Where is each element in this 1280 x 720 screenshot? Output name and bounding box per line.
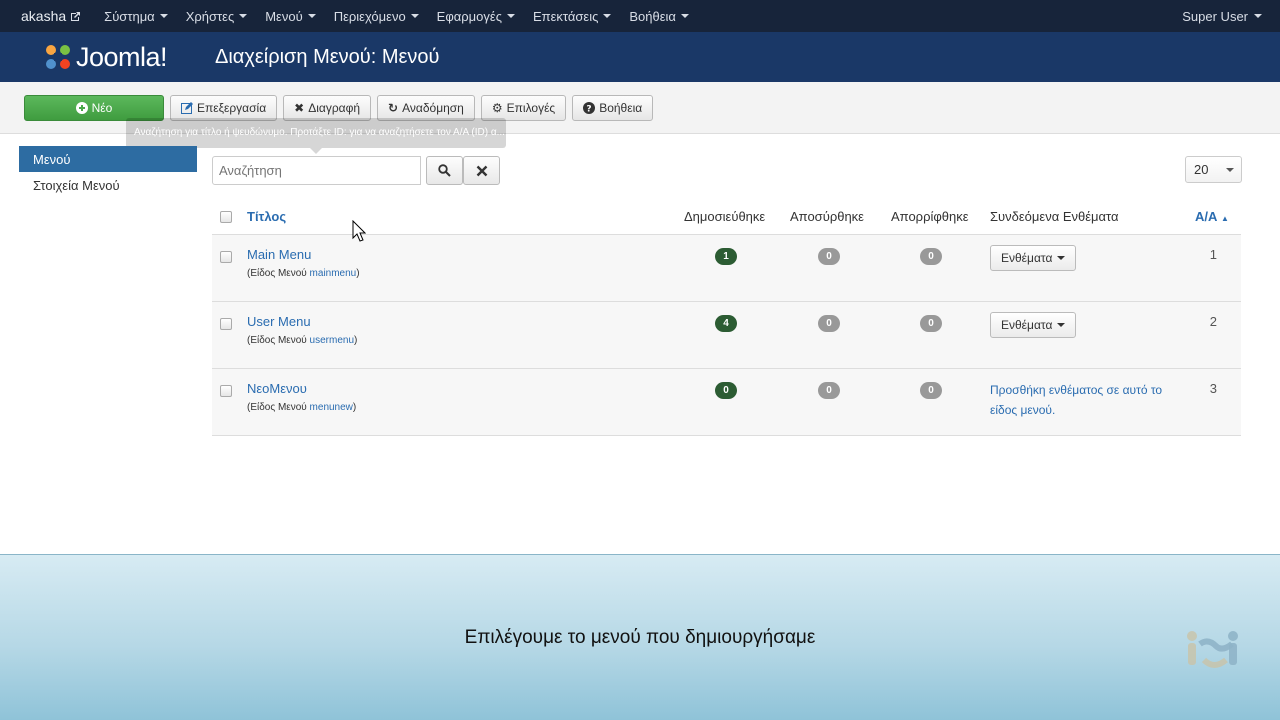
col-unpublished: Αποσύρθηκε	[790, 209, 864, 224]
sort-id[interactable]: Α/Α ▲	[1195, 209, 1229, 224]
menu-help[interactable]: Βοήθεια	[620, 9, 698, 24]
unpublished-count-badge[interactable]: 0	[818, 382, 840, 399]
menu-system[interactable]: Σύστημα	[95, 9, 177, 24]
menu-title-link[interactable]: Main Menu	[247, 247, 311, 262]
caret-down-icon	[410, 14, 419, 18]
user-menu[interactable]: Super User	[1182, 9, 1280, 24]
search-button[interactable]	[426, 156, 463, 185]
menu-type: (Είδος Μενού menunew)	[247, 402, 357, 413]
external-link-icon	[71, 11, 81, 21]
plus-circle-icon	[75, 101, 88, 114]
published-count-badge[interactable]: 1	[715, 248, 737, 265]
refresh-icon: ↻	[388, 100, 399, 115]
caret-down-icon	[1226, 168, 1234, 172]
question-circle-icon: ?	[583, 101, 596, 114]
col-published: Δημοσιεύθηκε	[684, 209, 766, 224]
top-navbar: akasha Σύστημα Χρήστες Μενού Περιεχόμενο…	[0, 0, 1280, 32]
menu-type: (Είδος Μενού usermenu)	[247, 335, 358, 346]
menu-type-link[interactable]: usermenu	[310, 335, 354, 346]
menu-users[interactable]: Χρήστες	[177, 9, 257, 24]
caret-down-icon	[506, 14, 515, 18]
row-checkbox[interactable]	[220, 385, 232, 397]
unpublished-count-badge[interactable]: 0	[818, 248, 840, 265]
add-module-link[interactable]: Προσθήκη ενθέματος σε αυτό το είδος μενο…	[990, 380, 1180, 420]
edit-icon	[181, 101, 193, 114]
close-icon	[476, 165, 487, 176]
menu-extensions[interactable]: Επεκτάσεις	[524, 9, 620, 24]
menu-type-link[interactable]: menunew	[310, 402, 353, 413]
col-linked-modules: Συνδεόμενα Ενθέματα	[990, 209, 1119, 224]
search-icon	[438, 164, 451, 177]
search-input[interactable]	[212, 156, 421, 185]
options-button[interactable]: ⚙ Επιλογές	[480, 94, 567, 121]
menu-title-link[interactable]: User Menu	[247, 314, 311, 329]
modules-dropdown-button[interactable]: Ενθέματα	[990, 245, 1077, 271]
clear-search-button[interactable]	[463, 156, 500, 185]
list-limit-select[interactable]: 20	[1185, 156, 1242, 183]
published-count-badge[interactable]: 4	[715, 315, 737, 332]
row-id: 2	[1209, 314, 1217, 329]
search-tooltip: Αναζήτηση για τίτλο ή ψευδώνυμο. Προτάξτ…	[126, 118, 506, 148]
video-caption-band: Επιλέγουμε το μενού που δημιουργήσαμε	[0, 554, 1280, 720]
published-count-badge[interactable]: 0	[715, 382, 737, 399]
logo-text: Joomla!	[76, 41, 168, 72]
svg-text:?: ?	[587, 104, 592, 114]
sort-title[interactable]: Τίτλος	[247, 209, 286, 224]
tooltip-arrow	[310, 148, 322, 154]
menu-title-link[interactable]: ΝεοΜενου	[247, 381, 307, 396]
trashed-count-badge[interactable]: 0	[920, 315, 942, 332]
site-link[interactable]: akasha	[0, 8, 95, 24]
x-icon: ✖	[294, 100, 305, 115]
menu-type: (Είδος Μενού mainmenu)	[247, 268, 360, 279]
caption-text: Επιλέγουμε το μενού που δημιουργήσαμε	[464, 627, 816, 648]
col-trashed: Απορρίφθηκε	[891, 209, 969, 224]
page-title: Διαχείριση Μενού: Μενού	[215, 45, 440, 68]
unpublished-count-badge[interactable]: 0	[818, 315, 840, 332]
table-row: User Menu (Είδος Μενού usermenu) 4 0 0 Ε…	[212, 302, 1241, 369]
caret-down-icon	[239, 14, 248, 18]
menu-content[interactable]: Περιεχόμενο	[325, 9, 428, 24]
mouse-cursor-icon	[352, 220, 366, 242]
gear-icon: ⚙	[491, 100, 503, 115]
new-button[interactable]: Νέο	[24, 94, 164, 121]
caret-down-icon	[1254, 14, 1262, 18]
table-row: Main Menu (Είδος Μενού mainmenu) 1 0 0 Ε…	[212, 235, 1241, 302]
caret-down-icon	[1057, 256, 1066, 260]
select-all-checkbox[interactable]	[220, 211, 232, 223]
menu-components[interactable]: Εφαρμογές	[428, 9, 524, 24]
sort-ascending-icon: ▲	[1221, 214, 1229, 223]
admin-header: Joomla! Διαχείριση Μενού: Μενού	[0, 32, 1280, 82]
row-checkbox[interactable]	[220, 318, 232, 330]
row-id: 1	[1209, 247, 1217, 262]
menu-type-link[interactable]: mainmenu	[310, 268, 357, 279]
sidebar-item-menus[interactable]: Μενού	[19, 146, 197, 172]
sidebar: Μενού Στοιχεία Μενού	[19, 146, 197, 198]
joomla-logo[interactable]: Joomla!	[43, 42, 193, 73]
edit-button[interactable]: Επεξεργασία	[170, 94, 278, 121]
trashed-count-badge[interactable]: 0	[920, 382, 942, 399]
watermark-logo-icon	[1187, 631, 1238, 668]
caret-down-icon	[159, 14, 168, 18]
caret-down-icon	[680, 14, 689, 18]
modules-dropdown-button[interactable]: Ενθέματα	[990, 312, 1077, 338]
joomla-logo-icon	[46, 45, 70, 69]
rebuild-button[interactable]: ↻ Αναδόμηση	[377, 94, 475, 121]
trashed-count-badge[interactable]: 0	[920, 248, 942, 265]
caret-down-icon	[603, 14, 612, 18]
site-name: akasha	[21, 8, 67, 24]
caret-down-icon	[1057, 323, 1066, 327]
caret-down-icon	[307, 14, 316, 18]
delete-button[interactable]: ✖ Διαγραφή	[283, 94, 372, 121]
sidebar-item-menu-items[interactable]: Στοιχεία Μενού	[19, 172, 197, 198]
menu-menus[interactable]: Μενού	[256, 9, 324, 24]
row-checkbox[interactable]	[220, 251, 232, 263]
row-id: 3	[1209, 381, 1217, 396]
help-button[interactable]: ? Βοήθεια	[572, 94, 654, 121]
table-header: Τίτλος Δημοσιεύθηκε Αποσύρθηκε Απορρίφθη…	[212, 198, 1241, 235]
table-row: ΝεοΜενου (Είδος Μενού menunew) 0 0 0 Προ…	[212, 369, 1241, 436]
